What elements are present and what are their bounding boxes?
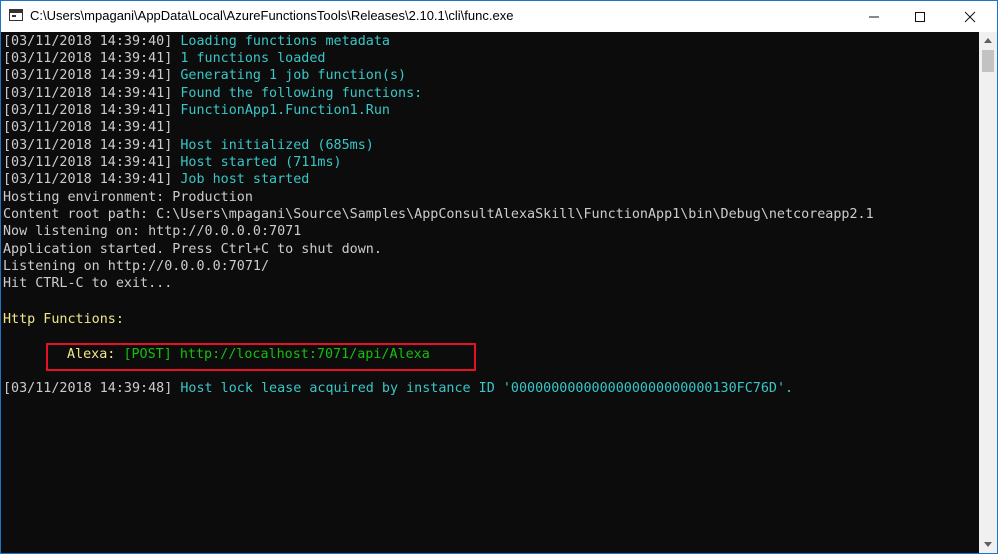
- minimize-button[interactable]: [851, 1, 897, 32]
- close-button[interactable]: [947, 1, 993, 32]
- log-line: [03/11/2018 14:39:41] Host started (711m…: [3, 155, 342, 170]
- log-line: [03/11/2018 14:39:41] 1 functions loaded: [3, 51, 326, 66]
- console-app-icon[interactable]: [9, 9, 23, 21]
- chevron-down-icon: [984, 542, 992, 547]
- log-line: [03/11/2018 14:39:40] Loading functions …: [3, 34, 390, 49]
- console-window: C:\Users\mpagani\AppData\Local\AzureFunc…: [0, 0, 998, 554]
- log-line: [03/11/2018 14:39:41]: [3, 120, 173, 135]
- close-icon: [964, 11, 976, 22]
- scroll-thumb[interactable]: [982, 50, 994, 72]
- info-line: Content root path: C:\Users\mpagani\Sour…: [3, 207, 874, 222]
- scroll-down-button[interactable]: [979, 536, 997, 553]
- info-line: Application started. Press Ctrl+C to shu…: [3, 242, 382, 257]
- minimize-icon: [869, 16, 879, 17]
- log-line: [03/11/2018 14:39:41] FunctionApp1.Funct…: [3, 103, 390, 118]
- scroll-up-button[interactable]: [979, 32, 997, 49]
- console-output[interactable]: [03/11/2018 14:39:40] Loading functions …: [1, 32, 979, 553]
- maximize-icon: [915, 11, 925, 22]
- http-functions-heading: Http Functions:: [3, 312, 124, 327]
- log-line: [03/11/2018 14:39:48] Host lock lease ac…: [3, 381, 794, 396]
- log-line: [03/11/2018 14:39:41] Job host started: [3, 172, 310, 187]
- vertical-scrollbar[interactable]: [979, 32, 997, 553]
- info-line: Hosting environment: Production: [3, 190, 253, 205]
- log-line: [03/11/2018 14:39:41] Generating 1 job f…: [3, 68, 407, 83]
- highlight-box: [46, 343, 476, 371]
- info-line: Now listening on: http://0.0.0.0:7071: [3, 224, 302, 239]
- chevron-up-icon: [984, 38, 992, 43]
- title-bar[interactable]: C:\Users\mpagani\AppData\Local\AzureFunc…: [1, 1, 997, 32]
- log-line: [03/11/2018 14:39:41] Host initialized (…: [3, 138, 374, 153]
- maximize-button[interactable]: [897, 1, 943, 32]
- info-line: Listening on http://0.0.0.0:7071/: [3, 259, 270, 274]
- info-line: Hit CTRL-C to exit...: [3, 276, 173, 291]
- log-line: [03/11/2018 14:39:41] Found the followin…: [3, 86, 423, 101]
- window-title: C:\Users\mpagani\AppData\Local\AzureFunc…: [30, 8, 514, 23]
